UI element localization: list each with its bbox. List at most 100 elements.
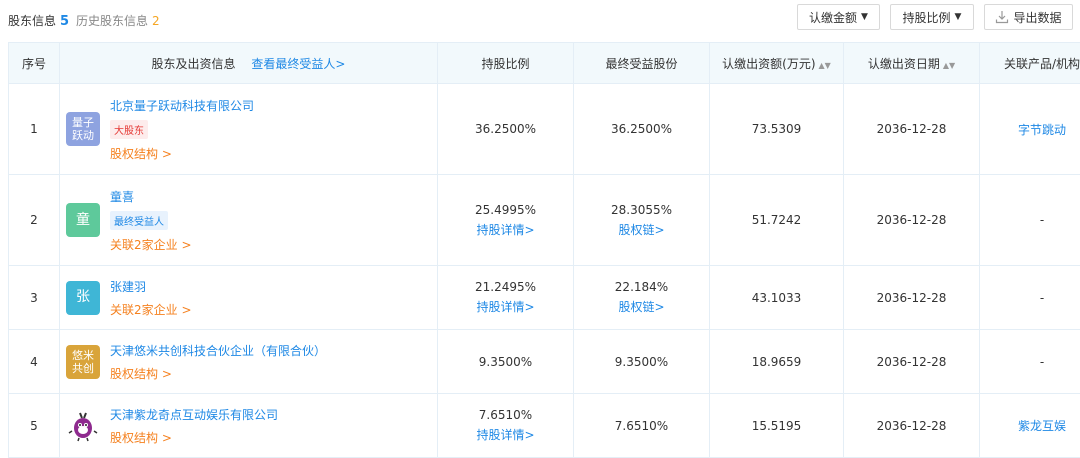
table-row: 2 童 童喜 最终受益人 关联2家企业 > 25.4995% 持股详情> [9, 175, 1080, 266]
holder-cell: 天津紫龙奇点互动娱乐有限公司 股权结构 > [60, 394, 438, 458]
final-share-cell: 9.3500% [574, 330, 710, 394]
final-share-cell: 28.3055% 股权链> [574, 175, 710, 266]
product-link[interactable]: 字节跳动 [1018, 123, 1066, 137]
row-index: 5 [9, 394, 60, 458]
ratio-value: 21.2495% [475, 280, 536, 294]
final-share-value: 22.184% [615, 280, 668, 294]
company-avatar[interactable]: 悠米共创 [66, 345, 100, 379]
shareholder-count: 5 [60, 14, 69, 29]
table-row: 3 张 张建羽 关联2家企业 > 21.2495% 持股详情> 22 [9, 266, 1080, 330]
product-cell: 紫龙互娱 [980, 394, 1080, 458]
export-button[interactable]: 导出数据 [984, 4, 1073, 30]
table-row: 1 量子跃动 北京量子跃动科技有限公司 大股东 股权结构 > 36.2500% … [9, 84, 1080, 175]
amount-cell: 51.7242 [710, 175, 844, 266]
ratio-value: 25.4995% [475, 203, 536, 217]
ratio-value: 7.6510% [479, 408, 532, 422]
holding-detail-link[interactable]: 持股详情> [476, 426, 534, 443]
holding-detail-link[interactable]: 持股详情> [476, 298, 534, 315]
col-holder-header: 股东及出资信息 查看最终受益人> [60, 43, 438, 84]
table-row: 4 悠米共创 天津悠米共创科技合伙企业（有限合伙） 股权结构 > 9.3500%… [9, 330, 1080, 394]
amount-filter-label: 认缴金额 [809, 9, 857, 26]
holder-cell: 悠米共创 天津悠米共创科技合伙企业（有限合伙） 股权结构 > [60, 330, 438, 394]
caret-down-icon: ▼ [861, 12, 868, 22]
product-cell: - [980, 266, 1080, 330]
final-share-cell: 36.2500% [574, 84, 710, 175]
ratio-filter-label: 持股比例 [903, 9, 951, 26]
row-index: 2 [9, 175, 60, 266]
shareholder-name-link[interactable]: 北京量子跃动科技有限公司 [110, 97, 254, 114]
amount-cell: 15.5195 [710, 394, 844, 458]
ratio-filter-button[interactable]: 持股比例 ▼ [890, 4, 974, 30]
major-shareholder-badge: 大股东 [110, 120, 148, 139]
equity-structure-link[interactable]: 股权结构 > [110, 365, 326, 382]
col-final-header: 最终受益股份 [574, 43, 710, 84]
ratio-cell: 36.2500% [438, 84, 574, 175]
date-cell: 2036-12-28 [844, 394, 980, 458]
shareholder-header: 股东信息 5 历史股东信息 2 认缴金额 ▼ 持股比例 ▼ 导出数据 [0, 0, 1080, 40]
shareholder-table: 序号 股东及出资信息 查看最终受益人> 持股比例 最终受益股份 认缴出资额(万元… [8, 42, 1080, 458]
holder-cell: 童 童喜 最终受益人 关联2家企业 > [60, 175, 438, 266]
col-index-header: 序号 [9, 43, 60, 84]
export-label: 导出数据 [1013, 9, 1061, 26]
equity-structure-link[interactable]: 股权结构 > [110, 145, 254, 162]
col-holder-label: 股东及出资信息 [152, 57, 236, 71]
related-companies-link[interactable]: 关联2家企业 > [110, 301, 192, 318]
row-index: 4 [9, 330, 60, 394]
col-amount-label: 认缴出资额(万元) [722, 57, 815, 71]
final-share-value: 28.3055% [611, 203, 672, 217]
amount-cell: 43.1033 [710, 266, 844, 330]
download-icon [995, 10, 1009, 24]
amount-cell: 73.5309 [710, 84, 844, 175]
shareholder-name-link[interactable]: 天津紫龙奇点互动娱乐有限公司 [110, 406, 278, 423]
holder-cell: 张 张建羽 关联2家企业 > [60, 266, 438, 330]
section-title-label: 股东信息 [8, 14, 56, 28]
date-cell: 2036-12-28 [844, 84, 980, 175]
view-final-beneficiary-link[interactable]: 查看最终受益人> [251, 57, 345, 71]
ratio-cell: 7.6510% 持股详情> [438, 394, 574, 458]
caret-down-icon: ▼ [955, 12, 962, 22]
history-shareholders-tab[interactable]: 历史股东信息 2 [76, 12, 160, 29]
product-link[interactable]: 紫龙互娱 [1018, 419, 1066, 433]
product-cell: - [980, 330, 1080, 394]
col-product-header: 关联产品/机构 [980, 43, 1080, 84]
equity-chain-link[interactable]: 股权链> [618, 221, 664, 238]
mascot-logo-icon[interactable] [66, 409, 100, 443]
history-count: 2 [152, 14, 160, 28]
row-index: 3 [9, 266, 60, 330]
amount-cell: 18.9659 [710, 330, 844, 394]
row-index: 1 [9, 84, 60, 175]
col-date-header[interactable]: 认缴出资日期▲▼ [844, 43, 980, 84]
person-avatar[interactable]: 童 [66, 203, 100, 237]
date-cell: 2036-12-28 [844, 175, 980, 266]
final-share-cell: 7.6510% [574, 394, 710, 458]
sort-icon[interactable]: ▲▼ [819, 61, 831, 70]
amount-filter-button[interactable]: 认缴金额 ▼ [797, 4, 880, 30]
avatar-text: 悠米共创 [70, 349, 96, 375]
holding-detail-link[interactable]: 持股详情> [476, 221, 534, 238]
person-avatar[interactable]: 张 [66, 281, 100, 315]
related-companies-link[interactable]: 关联2家企业 > [110, 236, 192, 253]
product-cell: - [980, 175, 1080, 266]
shareholder-name-link[interactable]: 张建羽 [110, 278, 192, 295]
equity-structure-link[interactable]: 股权结构 > [110, 429, 278, 446]
date-cell: 2036-12-28 [844, 330, 980, 394]
table-header-row: 序号 股东及出资信息 查看最终受益人> 持股比例 最终受益股份 认缴出资额(万元… [9, 43, 1080, 84]
shareholder-name-link[interactable]: 天津悠米共创科技合伙企业（有限合伙） [110, 342, 326, 359]
col-date-label: 认缴出资日期 [868, 57, 940, 71]
final-share-cell: 22.184% 股权链> [574, 266, 710, 330]
date-cell: 2036-12-28 [844, 266, 980, 330]
dragon-mascot-icon [66, 409, 100, 443]
history-label: 历史股东信息 [76, 14, 148, 28]
avatar-text: 量子跃动 [70, 116, 96, 142]
col-amount-header[interactable]: 认缴出资额(万元) ▲▼ [710, 43, 844, 84]
holder-cell: 量子跃动 北京量子跃动科技有限公司 大股东 股权结构 > [60, 84, 438, 175]
final-beneficiary-badge: 最终受益人 [110, 211, 168, 230]
ratio-cell: 21.2495% 持股详情> [438, 266, 574, 330]
product-cell: 字节跳动 [980, 84, 1080, 175]
shareholder-name-link[interactable]: 童喜 [110, 188, 192, 205]
company-avatar[interactable]: 量子跃动 [66, 112, 100, 146]
col-ratio-header: 持股比例 [438, 43, 574, 84]
table-row: 5 天津紫龙奇点互动娱乐有限公司 [9, 394, 1080, 458]
equity-chain-link[interactable]: 股权链> [618, 298, 664, 315]
sort-icon[interactable]: ▲▼ [943, 61, 955, 70]
